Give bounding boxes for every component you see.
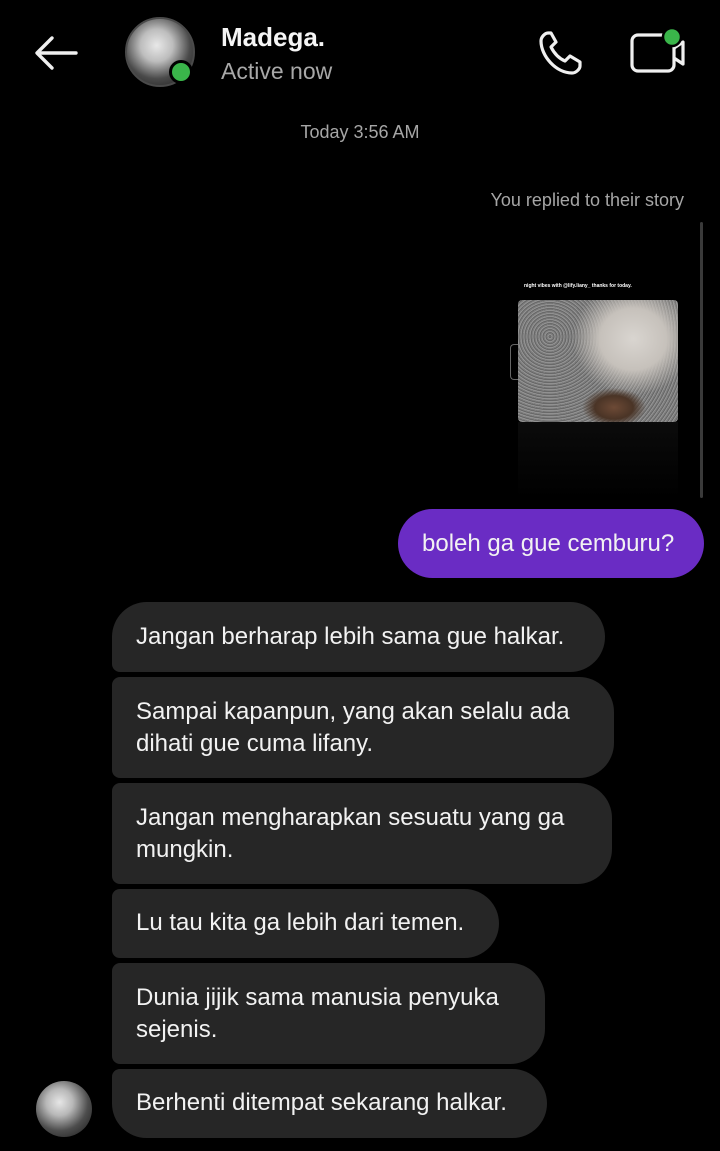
video-camera-icon [630,26,685,73]
story-photo [518,300,678,422]
message-line: Berhenti ditempat sekarang halkar. [136,1089,507,1116]
story-reply-note: You replied to their story [490,190,684,210]
arrow-left-icon [35,36,78,70]
message-line: Jangan mengharapkan sesuatu yang ga [136,804,565,831]
voice-call-button[interactable] [533,26,587,80]
phone-icon [539,31,582,75]
story-caption: night vibes with @lify.liany_ thanks for… [524,283,632,289]
message-line: Dunia jijik sama manusia penyuka [136,984,499,1011]
message-line: dihati gue cuma lifany. [136,730,374,757]
incoming-message[interactable]: Sampai kapanpun, yang akan selalu ada di… [112,677,614,778]
active-status: Active now [221,58,333,84]
video-call-button[interactable] [626,22,690,82]
story-reply-bar [700,222,703,498]
contact-avatar[interactable] [125,17,195,87]
back-button[interactable] [28,30,84,76]
message-line: Jangan berharap lebih sama gue halkar. [136,623,565,650]
incoming-message[interactable]: Jangan berharap lebih sama gue halkar. [112,602,605,672]
chat-header: Madega. Active now [0,0,720,110]
message-line: Sampai kapanpun, yang akan selalu ada [136,698,570,725]
incoming-message[interactable]: Lu tau kita ga lebih dari temen. [112,889,499,958]
story-thumbnail[interactable]: night vibes with @lify.liany_ thanks for… [508,278,688,498]
conversation-timestamp: Today 3:56 AM [300,122,420,142]
message-line: mungkin. [136,836,234,863]
outgoing-message[interactable]: boleh ga gue cemburu? [398,509,704,578]
sender-avatar[interactable] [36,1081,92,1137]
message-line: sejenis. [136,1016,218,1043]
message-line: Lu tau kita ga lebih dari temen. [136,909,465,936]
contact-name[interactable]: Madega. [221,22,325,53]
incoming-message[interactable]: Dunia jijik sama manusia penyuka sejenis… [112,963,545,1064]
incoming-message[interactable]: Berhenti ditempat sekarang halkar. [112,1069,547,1138]
online-indicator [169,60,193,84]
incoming-message[interactable]: Jangan mengharapkan sesuatu yang ga mung… [112,783,612,884]
story-shade [518,422,678,498]
